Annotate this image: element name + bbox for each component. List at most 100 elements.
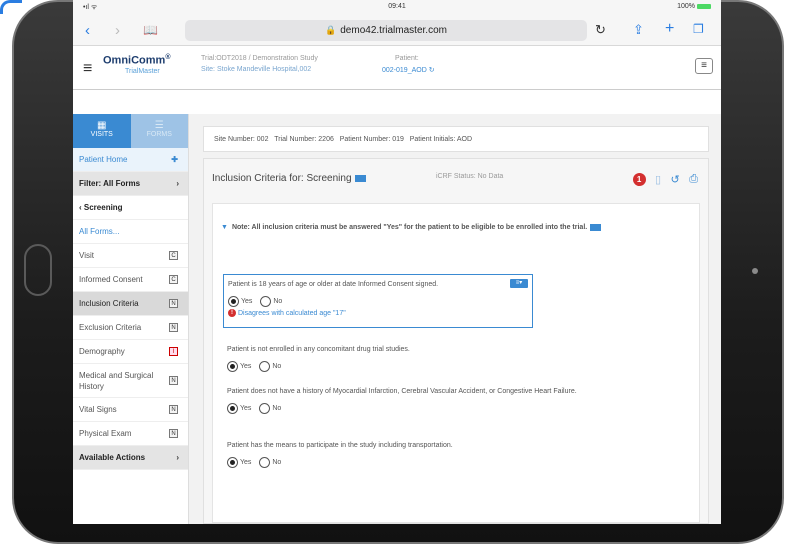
question-text: Patient has the means to participate in … [227,442,453,449]
main-content: Site Number: 002 Trial Number: 2206 Pati… [189,114,721,524]
sidebar-item-demography[interactable]: Demography I [73,340,188,364]
radio-yes[interactable] [227,361,238,372]
chevron-right-icon: › [176,179,179,188]
chevron-right-icon[interactable]: › [115,22,120,39]
answer-options: Yes No [227,403,685,414]
sidebar-filter[interactable]: Filter: All Forms › [73,172,188,196]
tabs-icon[interactable]: ❐ [693,22,704,36]
app-header: ≡ OmniComm® TrialMaster Trial:ODT2018 / … [73,46,721,90]
status-bar: •ıl ᯤ 09:41 100% [73,0,721,14]
tab-forms[interactable]: ☰ FORMS [130,114,188,148]
radio-no[interactable] [259,403,271,414]
sidebar-item-patient-home[interactable]: Patient Home ✚ [73,148,188,172]
comment-icon[interactable] [354,174,366,182]
logo-mark: ® [165,54,171,61]
sidebar-all-forms[interactable]: All Forms... [73,220,188,244]
reload-icon[interactable]: ↻ [595,22,606,38]
trial-number: Trial Number: 2206 [274,136,334,143]
patient-home-label: Patient Home [79,155,128,164]
patient-label: Patient: [395,55,419,62]
option-no-label: No [272,405,282,412]
form-card: Inclusion Criteria for: Screening iCRF S… [203,158,709,524]
print-icon[interactable]: ⎙ [689,173,698,186]
sidebar-item-label: Physical Exam [79,429,132,438]
option-yes-label: Yes [240,459,252,466]
study-name: Trial:ODT2018 / Demonstration Study [201,55,318,62]
sidebar-item-exclusion-criteria[interactable]: Exclusion Criteria N [73,316,188,340]
status-badge: N [169,429,178,438]
filter-label: Filter: All Forms [79,179,141,188]
sidebar-item-medical-history[interactable]: Medical and Surgical History N [73,364,188,398]
note-text: Note: All inclusion criteria must be ans… [231,224,588,231]
sidebar-back-screening[interactable]: ‹ Screening [73,196,188,220]
answer-options: Yes No [228,296,528,307]
patient-number: Patient Number: 019 [339,136,404,143]
question-text: Patient is not enrolled in any concomita… [227,346,410,353]
tab-visits[interactable]: ▦ VISITS [73,114,131,148]
sidebar-item-label: Vital Signs [79,405,117,414]
battery-indicator: 100% [677,3,711,10]
comment-icon[interactable] [590,223,602,231]
browser-toolbar: ‹ › 📖 🔒 demo42.trialmaster.com ↻ ⇪ + ❐ [73,14,721,46]
question-transportation: Patient has the means to participate in … [227,440,453,468]
history-icon[interactable]: ↺ [671,173,680,186]
form-title-text: Inclusion Criteria for: Screening [212,173,352,184]
status-badge: C [169,275,178,284]
sidebar-item-visit[interactable]: Visit C [73,244,188,268]
sidebar-item-label: Inclusion Criteria [79,299,139,308]
app-logo: OmniComm® [103,54,171,67]
sidebar-item-label: Medical and Surgical History [79,371,154,391]
book-icon[interactable]: 📖 [143,23,158,37]
error-text: Disagrees with calculated age "17" [238,309,346,317]
sidebar-item-label: Exclusion Criteria [79,323,142,332]
sidebar-item-informed-consent[interactable]: Informed Consent C [73,268,188,292]
menu-button[interactable]: ≡ [695,58,713,74]
comment-icon[interactable]: ≡▾ [510,279,528,288]
error-count-badge[interactable]: 1 [632,173,646,187]
screening-label: Screening [83,203,123,212]
form-tools: 1 ▯ ↺ ⎙ [628,171,698,189]
patient-value: 002-019_AOD [382,67,427,74]
all-forms-label: All Forms... [79,227,120,236]
triangle-down-icon[interactable]: ▼ [221,224,228,231]
sidebar-available-actions[interactable]: Available Actions › [73,446,188,470]
chevron-left-icon[interactable]: ‹ [85,22,90,39]
document-icon[interactable]: ▯ [655,173,661,186]
patient-info-bar: Site Number: 002 Trial Number: 2206 Pati… [203,126,709,152]
radio-no[interactable] [259,457,271,468]
home-button[interactable] [24,244,52,296]
lock-icon: 🔒 [325,25,337,35]
question-text: Patient is 18 years of age or older at d… [228,281,439,288]
url-text: demo42.trialmaster.com [340,25,447,36]
logo-subtitle: TrialMaster [125,68,160,75]
radio-no[interactable] [260,296,272,307]
site-number: Site Number: 002 [214,136,269,143]
status-badge: N [169,323,178,332]
radio-yes[interactable] [228,296,239,307]
patient-link[interactable]: 002-019_AOD ↻ [382,66,435,74]
sidebar-item-physical-exam[interactable]: Physical Exam N [73,422,188,446]
share-icon[interactable]: ⇪ [633,22,644,38]
radio-no[interactable] [259,361,271,372]
answer-options: Yes No [227,457,453,468]
sidebar-item-inclusion-criteria[interactable]: Inclusion Criteria N [73,292,188,316]
sidebar-item-vital-signs[interactable]: Vital Signs N [73,398,188,422]
option-yes-label: Yes [240,363,252,370]
radio-yes[interactable] [227,403,238,414]
crf-status: iCRF Status: No Data [436,173,504,180]
tab-forms-label: FORMS [146,131,172,138]
validation-error: ! Disagrees with calculated age "17" [228,309,528,317]
battery-text: 100% [677,3,695,10]
option-no-label: No [272,459,282,466]
address-bar[interactable]: 🔒 demo42.trialmaster.com [185,20,587,41]
form-note: ▼ Note: All inclusion criteria must be an… [221,218,689,237]
question-text: Patient does not have a history of Myoca… [227,388,577,395]
radio-yes[interactable] [227,457,238,468]
add-icon[interactable]: ✚ [171,148,178,172]
hamburger-icon[interactable]: ≡ [83,60,92,78]
tab-visits-label: VISITS [90,131,113,138]
refresh-icon[interactable]: ↻ [429,67,435,74]
plus-icon[interactable]: + [665,20,674,38]
sidebar: ▦ VISITS ☰ FORMS Patient Home ✚ Filter: All… [73,114,189,524]
option-yes-label: Yes [240,405,252,412]
